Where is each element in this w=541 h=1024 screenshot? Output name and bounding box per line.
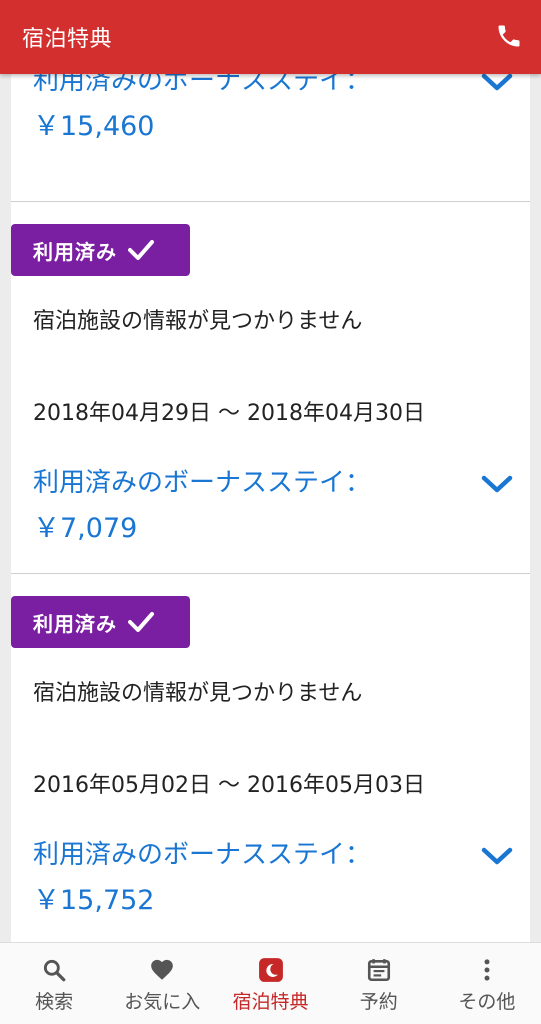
bonus-stay-amount: ￥15,752 bbox=[33, 885, 155, 916]
app-root: 宿泊特典 利用済みのボーナスステイ： ￥15,460 利用済み 宿泊施設の情報が… bbox=[0, 0, 541, 1024]
bonus-stay-section[interactable]: 利用済みのボーナスステイ： ￥7,079 bbox=[33, 460, 513, 552]
nav-label: 検索 bbox=[35, 991, 74, 1013]
bonus-stay-section[interactable]: 利用済みのボーナスステイ： ￥15,752 bbox=[33, 832, 513, 924]
status-badge-label: 利用済み bbox=[33, 611, 117, 636]
nav-item-reservations[interactable]: 予約 bbox=[325, 943, 433, 1024]
stay-card: 利用済み 宿泊施設の情報が見つかりません 2018年04月29日 〜 2018年… bbox=[11, 202, 530, 574]
bonus-stay-label: 利用済みのボーナスステイ： bbox=[33, 840, 372, 870]
bottom-nav: 検索 お気に入 宿泊特典 予約 その他 bbox=[0, 942, 541, 1024]
status-badge: 利用済み bbox=[11, 224, 190, 276]
nav-item-rewards[interactable]: 宿泊特典 bbox=[216, 943, 324, 1024]
calendar-icon bbox=[365, 956, 393, 984]
nav-label: お気に入 bbox=[124, 991, 201, 1013]
more-vert-icon bbox=[473, 956, 501, 984]
status-badge-label: 利用済み bbox=[33, 239, 117, 264]
search-icon bbox=[40, 956, 68, 984]
phone-icon bbox=[498, 25, 520, 47]
hotel-name: 宿泊施設の情報が見つかりません bbox=[33, 309, 363, 334]
check-icon bbox=[127, 238, 155, 262]
stay-card: 利用済み 宿泊施設の情報が見つかりません 2016年05月02日 〜 2016年… bbox=[11, 574, 530, 942]
chevron-down-icon[interactable] bbox=[479, 472, 515, 496]
nav-label: 宿泊特典 bbox=[232, 991, 309, 1013]
check-icon bbox=[127, 610, 155, 634]
hotel-name: 宿泊施設の情報が見つかりません bbox=[33, 681, 363, 706]
bonus-stay-label: 利用済みのボーナスステイ： bbox=[33, 74, 372, 96]
stay-card: 利用済みのボーナスステイ： ￥15,460 bbox=[11, 74, 530, 202]
stay-dates: 2016年05月02日 〜 2016年05月03日 bbox=[33, 773, 425, 798]
nav-label: その他 bbox=[458, 991, 516, 1013]
nav-item-more[interactable]: その他 bbox=[433, 943, 541, 1024]
stay-history-list: 利用済みのボーナスステイ： ￥15,460 利用済み 宿泊施設の情報が見つかりま… bbox=[0, 74, 541, 942]
stay-dates: 2018年04月29日 〜 2018年04月30日 bbox=[33, 401, 425, 426]
heart-icon bbox=[148, 956, 176, 984]
app-header: 宿泊特典 bbox=[0, 0, 541, 74]
chevron-down-icon[interactable] bbox=[479, 844, 515, 868]
bonus-stay-section[interactable]: 利用済みのボーナスステイ： ￥15,460 bbox=[33, 74, 513, 150]
phone-button[interactable] bbox=[493, 20, 525, 52]
moon-badge-icon bbox=[257, 956, 285, 984]
status-badge: 利用済み bbox=[11, 596, 190, 648]
page-title: 宿泊特典 bbox=[22, 27, 113, 52]
bonus-stay-amount: ￥15,460 bbox=[33, 111, 155, 142]
nav-item-favorites[interactable]: お気に入 bbox=[108, 943, 216, 1024]
nav-label: 予約 bbox=[359, 991, 398, 1013]
nav-item-search[interactable]: 検索 bbox=[0, 943, 108, 1024]
chevron-down-icon[interactable] bbox=[479, 74, 515, 94]
bonus-stay-amount: ￥7,079 bbox=[33, 513, 138, 544]
bonus-stay-label: 利用済みのボーナスステイ： bbox=[33, 468, 372, 498]
